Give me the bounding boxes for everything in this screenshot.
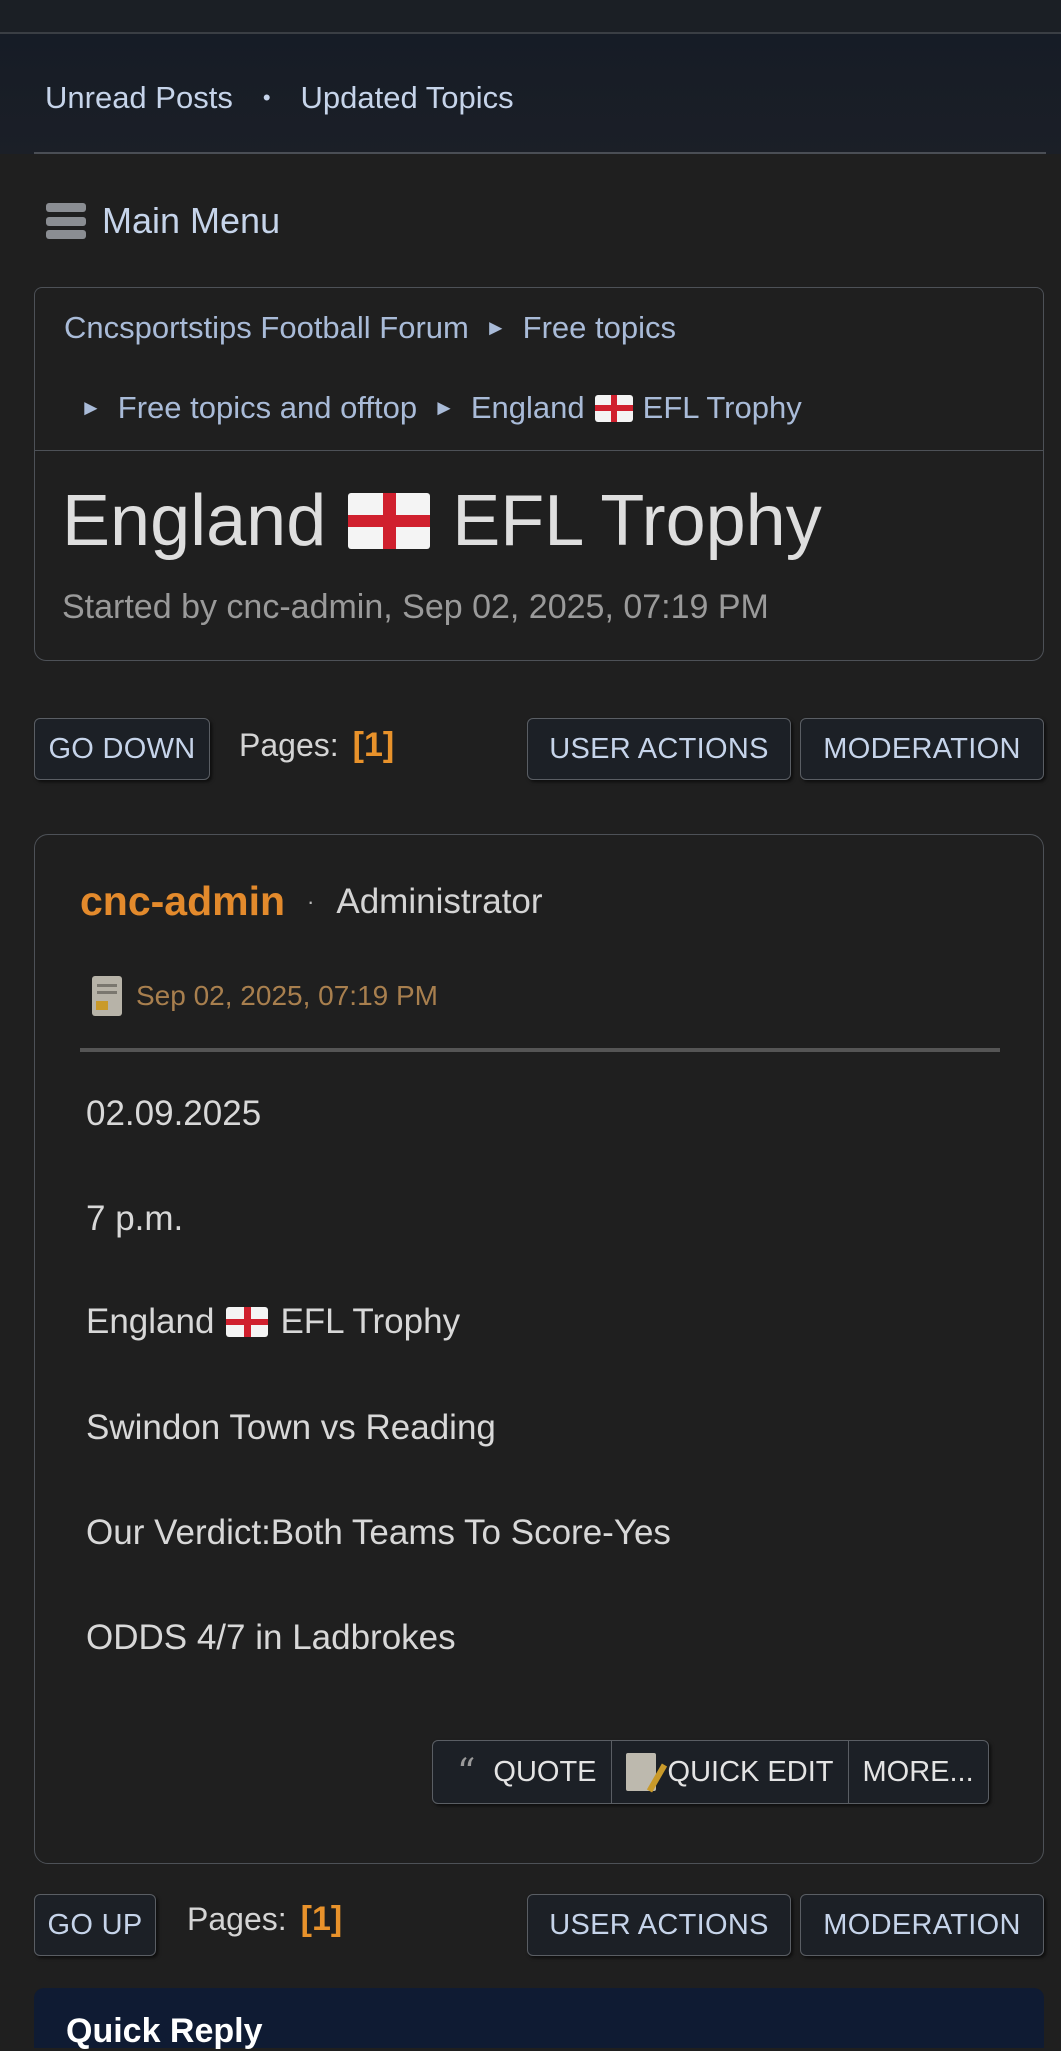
page-number-link[interactable]: [1]: [301, 1900, 343, 1939]
main-menu-button[interactable]: Main Menu: [46, 200, 280, 242]
separator-dot: •: [262, 85, 271, 110]
post-line-league-b: EFL Trophy: [280, 1302, 461, 1341]
moderation-button[interactable]: MODERATION: [800, 718, 1044, 780]
hamburger-icon: [46, 203, 86, 239]
user-actions-button[interactable]: USER ACTIONS: [527, 718, 791, 780]
go-up-button[interactable]: GO UP: [34, 1894, 156, 1956]
topic-started-by: Started by cnc-admin, Sep 02, 2025, 07:1…: [62, 588, 769, 626]
post-line-date: 02.09.2025: [86, 1094, 262, 1133]
pages-label: Pages:: [187, 1901, 287, 1937]
quote-label: QUOTE: [493, 1755, 597, 1788]
quick-reply-title: Quick Reply: [66, 2012, 263, 2050]
quick-edit-label: QUICK EDIT: [667, 1755, 834, 1788]
post-line-time: 7 p.m.: [86, 1199, 184, 1238]
page-title-a: England: [62, 481, 327, 561]
post-line-odds: ODDS 4/7 in Ladbrokes: [86, 1618, 456, 1657]
moderation-button[interactable]: MODERATION: [800, 1894, 1044, 1956]
edit-icon: [625, 1753, 656, 1791]
breadcrumb-arrow-icon: ►: [433, 395, 455, 420]
post-line-league: England EFL Trophy: [86, 1302, 460, 1342]
divider: [34, 152, 1046, 154]
page-title: England EFL Trophy: [62, 480, 822, 562]
go-down-button[interactable]: GO DOWN: [34, 718, 210, 780]
updated-topics-link[interactable]: Updated Topics: [301, 80, 514, 116]
pages-label: Pages:: [239, 727, 339, 763]
more-button[interactable]: MORE...: [849, 1741, 988, 1803]
nav-links: Unread Posts • Updated Topics: [45, 80, 514, 116]
separator-dot: ·: [307, 888, 315, 914]
breadcrumb-subboard-link[interactable]: Free topics and offtop: [118, 390, 417, 426]
main-menu-label: Main Menu: [102, 200, 281, 241]
post-line-league-a: England: [86, 1302, 215, 1341]
post-line-match: Swindon Town vs Reading: [86, 1408, 496, 1447]
more-label: MORE...: [862, 1755, 974, 1788]
breadcrumb-line-2: ► Free topics and offtop ► England EFL T…: [80, 390, 802, 426]
breadcrumb-topic-link[interactable]: England EFL Trophy: [471, 390, 802, 426]
post-line-verdict: Our Verdict:Both Teams To Score-Yes: [86, 1513, 671, 1552]
pagination: Pages: [1]: [187, 1900, 342, 1939]
post-divider: [80, 1048, 1000, 1052]
breadcrumb-topic-a: England: [470, 390, 585, 425]
breadcrumb-board-link[interactable]: Free topics: [523, 310, 676, 346]
breadcrumb-topic-b: EFL Trophy: [642, 390, 802, 425]
breadcrumb-line-1: Cncsportstips Football Forum ► Free topi…: [64, 310, 676, 346]
user-actions-button[interactable]: USER ACTIONS: [527, 1894, 791, 1956]
england-flag-icon: [226, 1307, 269, 1337]
england-flag-icon: [348, 493, 431, 549]
quote-button[interactable]: “ QUOTE: [433, 1741, 612, 1803]
pagination: Pages: [1]: [239, 726, 394, 765]
author-name-link[interactable]: cnc-admin: [80, 878, 285, 925]
quick-edit-button[interactable]: QUICK EDIT: [612, 1741, 849, 1803]
post-author: cnc-admin · Administrator: [80, 878, 543, 925]
england-flag-icon: [594, 394, 633, 422]
quote-icon: “: [457, 1751, 476, 1793]
quick-reply-header: Quick Reply: [34, 1988, 1044, 2050]
page-title-b: EFL Trophy: [452, 481, 822, 561]
top-bar: [0, 0, 1061, 34]
page-number-link[interactable]: [1]: [353, 726, 395, 765]
breadcrumb-forum-link[interactable]: Cncsportstips Football Forum: [64, 310, 469, 346]
unread-posts-link[interactable]: Unread Posts: [45, 80, 233, 116]
document-icon: [92, 976, 122, 1016]
breadcrumb-arrow-icon: ►: [484, 315, 507, 340]
breadcrumb-arrow-icon: ►: [80, 395, 102, 420]
author-role: Administrator: [336, 881, 543, 921]
post-date-text: Sep 02, 2025, 07:19 PM: [136, 980, 438, 1011]
post-actions: “ QUOTE QUICK EDIT MORE...: [432, 1740, 989, 1804]
post-date[interactable]: Sep 02, 2025, 07:19 PM: [92, 976, 438, 1016]
